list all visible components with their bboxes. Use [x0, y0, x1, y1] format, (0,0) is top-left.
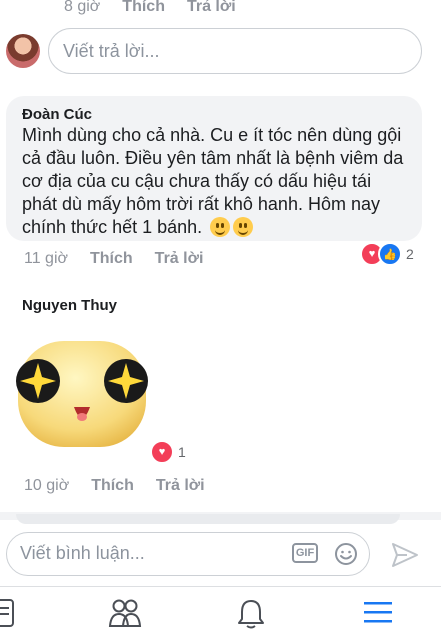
- send-icon[interactable]: [390, 540, 420, 570]
- reaction-count: 1: [178, 444, 186, 460]
- reply-link[interactable]: Trả lời: [155, 250, 204, 268]
- comment-text: Mình dùng cho cả nhà. Cu e ít tóc nên dù…: [22, 124, 408, 239]
- comment-meta: 11 giờ Thích Trả lời: [24, 250, 203, 268]
- menu-icon[interactable]: [362, 598, 394, 626]
- smiling-face-emoji-icon: [210, 217, 231, 237]
- reply-link[interactable]: Trả lời: [156, 477, 205, 495]
- like-link[interactable]: Thích: [122, 0, 165, 16]
- star-eyes-emoji-sticker: [16, 341, 148, 447]
- previous-comment-meta: 8 giờ Thích Trả lời: [64, 0, 236, 18]
- friends-icon[interactable]: [108, 598, 142, 628]
- comment-time: 8 giờ: [64, 0, 101, 15]
- comment-time: 10 giờ: [24, 477, 70, 494]
- comment-author[interactable]: Nguyen Thuy: [22, 297, 117, 314]
- comment-bubble: Đoàn Cúc Mình dùng cho cả nhà. Cu e ít t…: [6, 96, 422, 241]
- gif-icon[interactable]: GIF: [292, 543, 318, 563]
- news-feed-icon[interactable]: [0, 598, 16, 628]
- comment-author[interactable]: Đoàn Cúc: [22, 106, 408, 123]
- like-link[interactable]: Thích: [90, 250, 133, 268]
- comment-input[interactable]: Viết bình luận...: [20, 543, 145, 564]
- reply-link[interactable]: Trả lời: [187, 0, 236, 16]
- like-icon: 👍: [378, 242, 402, 266]
- comment-meta: 10 giờ Thích Trả lời: [24, 477, 205, 495]
- reply-input[interactable]: Viết trả lời...: [48, 28, 422, 74]
- avatar: [6, 34, 40, 68]
- comment-time: 11 giờ: [24, 250, 68, 267]
- emoji-icon[interactable]: [334, 542, 358, 566]
- heart-icon: ♥: [150, 440, 174, 464]
- grinning-face-emoji-icon: [233, 217, 254, 237]
- notifications-icon[interactable]: [236, 598, 266, 630]
- reaction-count: 2: [406, 246, 414, 262]
- reaction-summary[interactable]: ♥ 👍 2: [360, 242, 414, 266]
- next-comment-peek: [16, 514, 400, 524]
- reaction-summary[interactable]: ♥ 1: [150, 440, 186, 464]
- like-link[interactable]: Thích: [91, 477, 134, 495]
